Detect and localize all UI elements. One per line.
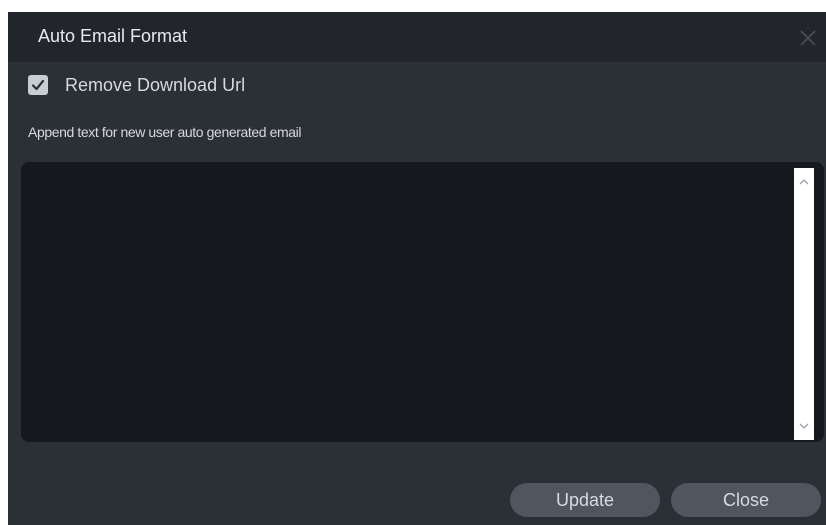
title-bar: Auto Email Format	[8, 12, 826, 62]
chevron-up-icon[interactable]	[794, 172, 814, 192]
auto-email-format-dialog: Auto Email Format Remove Download Url Ap…	[8, 12, 826, 525]
dialog-title: Auto Email Format	[38, 26, 188, 46]
remove-download-url-option[interactable]: Remove Download Url	[28, 74, 245, 96]
vertical-scrollbar[interactable]	[794, 168, 814, 440]
chevron-down-icon[interactable]	[794, 416, 814, 436]
remove-download-url-label: Remove Download Url	[65, 74, 246, 95]
append-text-area-container	[21, 162, 824, 442]
update-button[interactable]: Update	[510, 483, 660, 517]
checkmark-icon	[31, 79, 45, 91]
close-icon[interactable]	[796, 26, 820, 50]
remove-download-url-checkbox[interactable]	[28, 75, 48, 95]
close-button[interactable]: Close	[671, 483, 821, 517]
append-text-input[interactable]	[21, 162, 796, 442]
append-text-label: Append text for new user auto generated …	[28, 124, 302, 140]
